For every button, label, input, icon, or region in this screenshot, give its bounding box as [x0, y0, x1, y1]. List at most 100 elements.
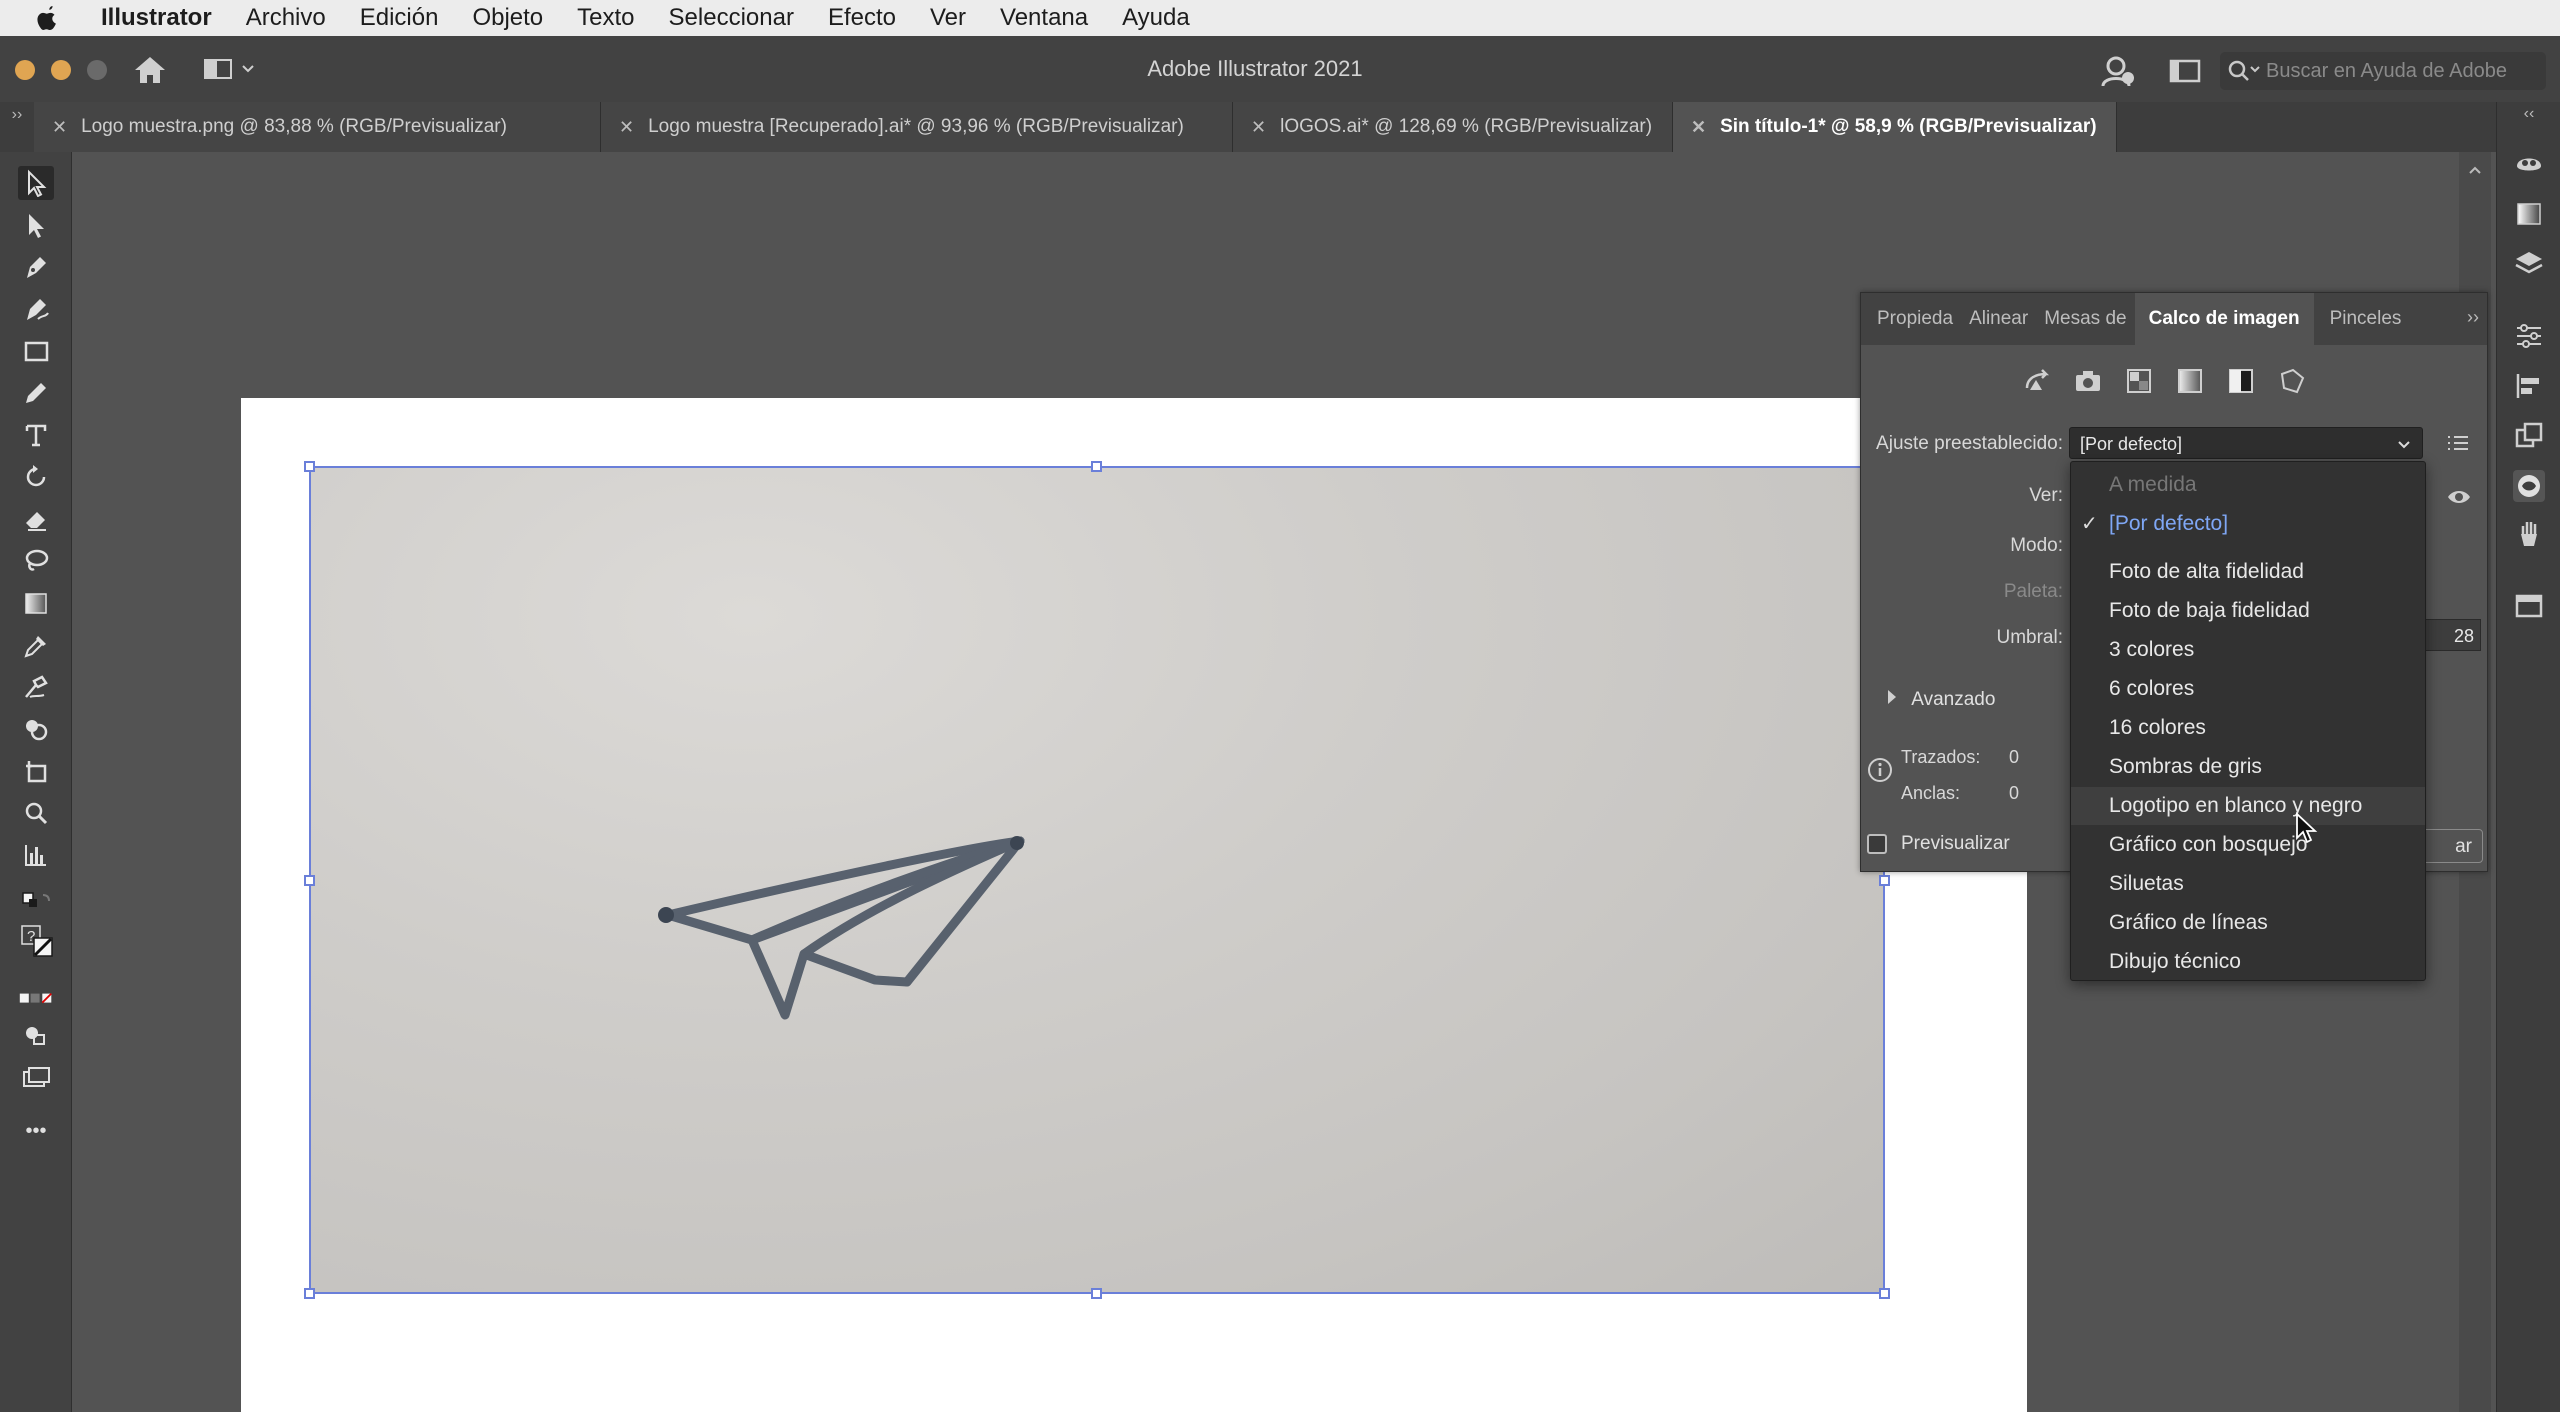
preset-option-6-colores[interactable]: 6 colores: [2071, 670, 2425, 708]
preset-option-por-defecto[interactable]: ✓ [Por defecto]: [2071, 505, 2425, 543]
document-tab-active[interactable]: ✕ Sin título-1* @ 58,9 % (RGB/Previsuali…: [1673, 102, 2117, 152]
tab-pinceles[interactable]: Pinceles: [2314, 293, 2410, 345]
resize-handle-middle-left[interactable]: [304, 875, 315, 886]
fill-stroke-widget[interactable]: ?: [18, 922, 58, 962]
preset-option-grafico-con-bosquejo[interactable]: Gráfico con bosquejo: [2071, 826, 2425, 864]
libraries-icon[interactable]: [2513, 590, 2545, 622]
tab-alinear[interactable]: Alinear: [1961, 293, 2036, 345]
preset-option-3-colores[interactable]: 3 colores: [2071, 631, 2425, 669]
document-tab[interactable]: ✕ Logo muestra.png @ 83,88 % (RGB/Previs…: [34, 102, 601, 152]
lasso-tool-icon[interactable]: [18, 544, 54, 578]
preset-option-16-colores[interactable]: 16 colores: [2071, 709, 2425, 747]
eye-icon[interactable]: [2445, 485, 2473, 509]
more-tools-icon[interactable]: •••: [18, 1114, 54, 1148]
help-search-field[interactable]: [2220, 52, 2546, 90]
color-themes-icon[interactable]: [2513, 148, 2545, 180]
brushes-panel-icon[interactable]: [2513, 518, 2545, 550]
checkbox-box[interactable]: [1867, 834, 1887, 854]
document-tab[interactable]: ✕ Logo muestra [Recuperado].ai* @ 93,96 …: [601, 102, 1233, 152]
advanced-disclosure[interactable]: Avanzado: [1887, 689, 1995, 711]
outline-icon[interactable]: [2276, 365, 2308, 397]
layers-icon[interactable]: [2513, 248, 2545, 280]
grayscale-icon[interactable]: [2174, 365, 2206, 397]
menu-ayuda[interactable]: Ayuda: [1105, 0, 1207, 36]
align-panel-icon[interactable]: [2513, 370, 2545, 402]
auto-color-icon[interactable]: [2021, 365, 2053, 397]
close-tab-icon[interactable]: ✕: [52, 117, 67, 138]
tab-mesas-de-trabajo[interactable]: Mesas de: [2036, 293, 2134, 345]
black-and-white-icon[interactable]: [2225, 365, 2257, 397]
preset-option-dibujo-tecnico[interactable]: Dibujo técnico: [2071, 943, 2425, 981]
eyedropper-tool-icon[interactable]: [18, 628, 54, 662]
color-mode-icons[interactable]: [18, 982, 54, 1016]
pen-tool-icon[interactable]: [18, 250, 54, 284]
arrange-documents-icon[interactable]: [2168, 56, 2202, 86]
menu-ventana[interactable]: Ventana: [983, 0, 1105, 36]
collapse-dock-icon[interactable]: ‹‹: [2513, 104, 2545, 124]
swap-fill-stroke-icon[interactable]: [18, 882, 54, 916]
resize-handle-bottom-left[interactable]: [304, 1288, 315, 1299]
preview-checkbox[interactable]: Previsualizar: [1867, 833, 2010, 855]
high-color-icon[interactable]: [2072, 365, 2104, 397]
share-user-icon[interactable]: [2100, 54, 2136, 88]
blend-tool-icon[interactable]: [18, 670, 54, 704]
preset-option-grafico-de-lineas[interactable]: Gráfico de líneas: [2071, 904, 2425, 942]
artboards-panel-icon[interactable]: [2513, 420, 2545, 452]
collapse-toolbar-icon[interactable]: ››: [0, 102, 34, 152]
close-tab-icon[interactable]: ✕: [619, 117, 634, 138]
image-trace-panel-icon[interactable]: [2513, 470, 2545, 502]
close-tab-icon[interactable]: ✕: [1691, 117, 1706, 138]
close-tab-icon[interactable]: ✕: [1251, 117, 1266, 138]
tab-propiedades[interactable]: Propieda: [1861, 293, 1961, 345]
preset-select[interactable]: [Por defecto]: [2069, 427, 2423, 459]
zoom-tool-icon[interactable]: [18, 796, 54, 830]
rectangle-tool-icon[interactable]: [18, 334, 54, 368]
menu-seleccionar[interactable]: Seleccionar: [652, 0, 811, 36]
eraser-tool-icon[interactable]: [18, 502, 54, 536]
type-tool-icon[interactable]: [18, 418, 54, 452]
curvature-tool-icon[interactable]: [18, 292, 54, 326]
pencil-tool-icon[interactable]: [18, 376, 54, 410]
preset-list-menu-icon[interactable]: [2445, 431, 2471, 455]
selection-bounding-box[interactable]: [309, 466, 1885, 1294]
rotate-tool-icon[interactable]: [18, 460, 54, 494]
preset-option-foto-alta-fidelidad[interactable]: Foto de alta fidelidad: [2071, 553, 2425, 591]
resize-handle-top-center[interactable]: [1091, 461, 1102, 472]
low-color-icon[interactable]: [2123, 365, 2155, 397]
resize-handle-top-left[interactable]: [304, 461, 315, 472]
preset-option-foto-baja-fidelidad[interactable]: Foto de baja fidelidad: [2071, 592, 2425, 630]
workspace-switcher-button[interactable]: [203, 56, 263, 84]
resize-handle-bottom-center[interactable]: [1091, 1288, 1102, 1299]
draw-mode-icon[interactable]: [18, 1018, 54, 1052]
home-icon[interactable]: [132, 54, 168, 86]
menu-texto[interactable]: Texto: [560, 0, 651, 36]
artboard-tool-icon[interactable]: [18, 754, 54, 788]
panel-collapse-icon[interactable]: ››: [2467, 307, 2479, 328]
preset-option-sombras-de-gris[interactable]: Sombras de gris: [2071, 748, 2425, 786]
menu-edicion[interactable]: Edición: [343, 0, 456, 36]
apple-icon[interactable]: [22, 0, 74, 36]
menu-ver[interactable]: Ver: [913, 0, 983, 36]
chevron-up-icon[interactable]: [2465, 160, 2485, 180]
graph-tool-icon[interactable]: [18, 838, 54, 872]
menu-app-name[interactable]: Illustrator: [84, 0, 229, 36]
window-close-button[interactable]: [15, 60, 35, 80]
screen-mode-icon[interactable]: [18, 1060, 54, 1094]
properties-sliders-icon[interactable]: [2513, 320, 2545, 352]
preset-option-logotipo-blanco-negro[interactable]: Logotipo en blanco y negro: [2071, 787, 2425, 825]
preset-option-siluetas[interactable]: Siluetas: [2071, 865, 2425, 903]
document-tab[interactable]: ✕ lOGOS.ai* @ 128,69 % (RGB/Previsualiza…: [1233, 102, 1673, 152]
shape-builder-tool-icon[interactable]: [18, 712, 54, 746]
menu-objeto[interactable]: Objeto: [455, 0, 560, 36]
direct-selection-tool-icon[interactable]: [18, 208, 54, 242]
tab-calco-de-imagen[interactable]: Calco de imagen: [2134, 293, 2314, 345]
menu-efecto[interactable]: Efecto: [811, 0, 913, 36]
window-zoom-button[interactable]: [87, 60, 107, 80]
resize-handle-bottom-right[interactable]: [1879, 1288, 1890, 1299]
menu-archivo[interactable]: Archivo: [229, 0, 343, 36]
resize-handle-middle-right[interactable]: [1879, 875, 1890, 886]
gradient-tool-icon[interactable]: [18, 586, 54, 620]
window-minimize-button[interactable]: [51, 60, 71, 80]
selection-tool-icon[interactable]: [18, 166, 54, 200]
help-search-input[interactable]: [2266, 59, 2526, 83]
